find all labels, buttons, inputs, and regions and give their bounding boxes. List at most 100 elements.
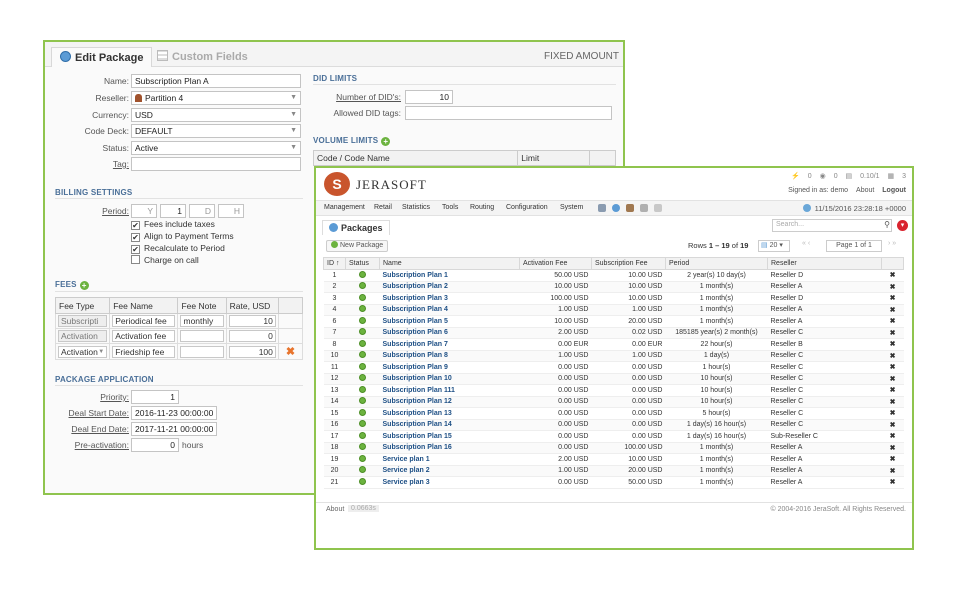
about-link[interactable]: About: [856, 187, 874, 194]
tasks-counter[interactable]: ▦ 3: [888, 173, 906, 180]
table-row[interactable]: 3 Subscription Plan 3 100.00 USD 10.00 USD 1…: [323, 292, 904, 305]
delete-icon[interactable]: ✖: [881, 430, 904, 443]
fee-rate-field[interactable]: 100: [228, 345, 276, 358]
table-row[interactable]: 8 Subscription Plan 7 0.00 EUR 0.00 EUR 22 h…: [323, 338, 904, 351]
tab-custom-fields[interactable]: Custom Fields: [149, 47, 256, 67]
table-row[interactable]: 11 Subscription Plan 9 0.00 USD 0.00 USD 1 h…: [323, 361, 904, 374]
logout-link[interactable]: Logout: [882, 187, 906, 194]
menu-statistics[interactable]: Statistics: [402, 204, 430, 211]
table-row[interactable]: 7 Subscription Plan 6 2.00 USD 0.02 USD 1851…: [323, 327, 904, 339]
package-name-link[interactable]: Service plan 1: [379, 453, 520, 466]
column-header-period[interactable]: Period: [665, 257, 768, 270]
period-hours-field[interactable]: H: [218, 204, 244, 218]
delete-icon[interactable]: ✖: [881, 315, 904, 328]
priority-field[interactable]: 1: [131, 390, 179, 404]
period-days-field[interactable]: D: [189, 204, 215, 218]
pager-prev[interactable]: « ‹: [802, 240, 810, 247]
delete-icon[interactable]: ✖: [881, 350, 904, 362]
delete-icon[interactable]: ✖: [881, 338, 904, 351]
did-number-field[interactable]: 10: [405, 90, 453, 104]
delete-icon[interactable]: ✖: [881, 304, 904, 316]
fee-rate-field[interactable]: 10: [228, 315, 276, 327]
column-header-status[interactable]: Status: [345, 257, 380, 270]
delete-icon[interactable]: ✖: [881, 396, 904, 408]
package-name-link[interactable]: Subscription Plan 15: [379, 430, 520, 443]
package-name-link[interactable]: Subscription Plan 12: [379, 396, 520, 408]
package-name-link[interactable]: Subscription Plan 2: [379, 281, 520, 293]
status-select[interactable]: Active ▼: [131, 141, 301, 155]
table-row[interactable]: 18 Subscription Plan 16 0.00 USD 100.00 USD…: [323, 442, 904, 454]
delete-icon[interactable]: ✖: [881, 384, 904, 397]
package-name-link[interactable]: Subscription Plan 1: [379, 269, 520, 282]
currency-select[interactable]: USD ▼: [131, 108, 301, 122]
period-years-field[interactable]: Y: [131, 204, 157, 218]
users-icon[interactable]: [626, 204, 634, 212]
delete-icon[interactable]: ✖: [881, 453, 904, 466]
table-row[interactable]: 6 Subscription Plan 5 10.00 USD 20.00 USD 1 …: [323, 315, 904, 328]
delete-icon[interactable]: ✖: [881, 476, 904, 489]
package-name-link[interactable]: Service plan 2: [379, 465, 520, 477]
name-field[interactable]: Subscription Plan A: [131, 74, 301, 88]
column-header-activation-fee[interactable]: Activation Fee: [519, 257, 592, 270]
column-header-name[interactable]: Name: [379, 257, 520, 270]
package-name-link[interactable]: Subscription Plan 9: [379, 361, 520, 374]
options-button[interactable]: ▾: [897, 220, 908, 231]
load-counter[interactable]: ▤ 0.10/1: [846, 173, 880, 180]
search-icon[interactable]: ⚲: [884, 220, 890, 229]
code-deck-select[interactable]: DEFAULT ▼: [131, 124, 301, 138]
fee-note-field[interactable]: [180, 330, 224, 342]
delete-icon[interactable]: ✖: [881, 373, 904, 385]
delete-icon[interactable]: ✖: [881, 361, 904, 374]
table-row[interactable]: 13 Subscription Plan 111 0.00 USD 0.00 USD 1…: [323, 384, 904, 397]
fee-name-field[interactable]: Activation fee: [112, 330, 176, 342]
align-payment-terms-checkbox[interactable]: ✔ Align to Payment Terms: [131, 231, 234, 242]
page-info[interactable]: Page 1 of 1: [826, 240, 882, 252]
package-name-link[interactable]: Subscription Plan 10: [379, 373, 520, 385]
packages-icon[interactable]: [612, 204, 620, 212]
menu-tools[interactable]: Tools: [442, 204, 458, 211]
menu-system[interactable]: System: [560, 204, 583, 211]
table-row[interactable]: 19 Service plan 1 2.00 USD 10.00 USD 1 month…: [323, 453, 904, 466]
menu-management[interactable]: Management: [324, 204, 365, 211]
table-row[interactable]: 4 Subscription Plan 4 1.00 USD 1.00 USD 1 mo…: [323, 304, 904, 316]
deal-end-field[interactable]: 2017-11-21 00:00:00: [131, 422, 217, 436]
package-name-link[interactable]: Service plan 3: [379, 476, 520, 489]
table-row[interactable]: 15 Subscription Plan 13 0.00 USD 0.00 USD 5 …: [323, 407, 904, 420]
package-name-link[interactable]: Subscription Plan 6: [379, 327, 520, 339]
delete-icon[interactable]: ✖: [881, 281, 904, 293]
fee-rate-field[interactable]: 0: [228, 330, 276, 342]
package-name-link[interactable]: Subscription Plan 4: [379, 304, 520, 316]
alerts-counter[interactable]: ⚡ 0: [791, 173, 812, 180]
menu-routing[interactable]: Routing: [470, 204, 494, 211]
table-row[interactable]: 12 Subscription Plan 10 0.00 USD 0.00 USD 10…: [323, 373, 904, 385]
package-name-link[interactable]: Subscription Plan 7: [379, 338, 520, 351]
table-row[interactable]: 21 Service plan 3 0.00 USD 50.00 USD 1 month…: [323, 476, 904, 489]
per-page-select[interactable]: ▤ 20 ▾: [758, 240, 790, 252]
table-row[interactable]: 14 Subscription Plan 12 0.00 USD 0.00 USD 10…: [323, 396, 904, 408]
delete-icon[interactable]: ✖: [881, 442, 904, 454]
delete-icon[interactable]: ✖: [881, 465, 904, 477]
column-header-reseller[interactable]: Reseller: [767, 257, 882, 270]
add-fee-icon[interactable]: +: [79, 281, 89, 290]
package-name-link[interactable]: Subscription Plan 5: [379, 315, 520, 328]
package-name-link[interactable]: Subscription Plan 14: [379, 419, 520, 431]
delete-fee-icon[interactable]: ✖: [286, 345, 295, 358]
fee-note-field[interactable]: monthly: [180, 315, 224, 327]
table-row[interactable]: 17 Subscription Plan 15 0.00 USD 0.00 USD 1 …: [323, 430, 904, 443]
list-icon[interactable]: [654, 204, 662, 212]
table-row[interactable]: 20 Service plan 2 1.00 USD 20.00 USD 1 month…: [323, 465, 904, 477]
fee-type-select[interactable]: Activation ▼: [58, 345, 108, 358]
fee-name-field[interactable]: Friedship fee: [112, 345, 176, 358]
table-row[interactable]: 2 Subscription Plan 2 10.00 USD 10.00 USD 1 …: [323, 281, 904, 293]
pre-activation-field[interactable]: 0: [131, 438, 179, 452]
sessions-counter[interactable]: ◉ 0: [820, 173, 838, 180]
column-header-id[interactable]: ID ↑: [323, 257, 346, 270]
delete-icon[interactable]: ✖: [881, 407, 904, 420]
did-tags-field[interactable]: [405, 106, 612, 120]
tab-edit-package[interactable]: Edit Package: [51, 47, 153, 67]
delete-icon[interactable]: ✖: [881, 327, 904, 339]
package-name-link[interactable]: Subscription Plan 13: [379, 407, 520, 420]
menu-retail[interactable]: Retail: [374, 204, 392, 211]
notes-icon[interactable]: [598, 204, 606, 212]
fee-note-field[interactable]: [180, 345, 224, 358]
